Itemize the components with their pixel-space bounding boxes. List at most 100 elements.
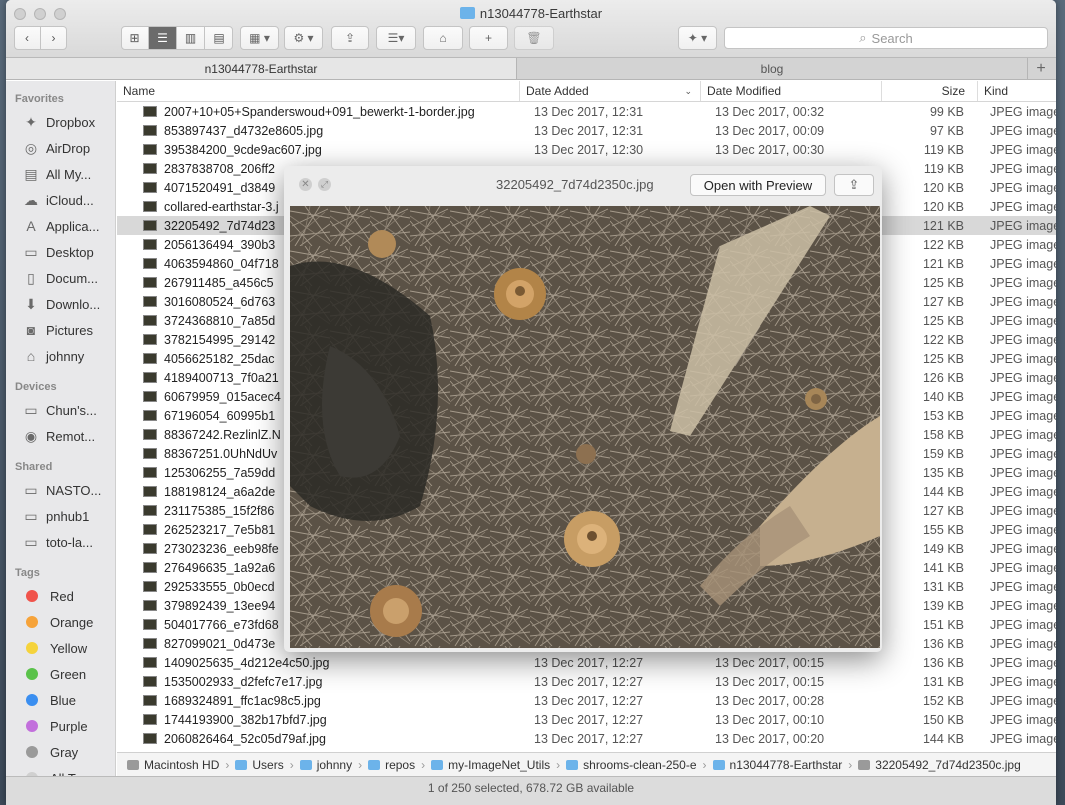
sidebar-tag-6[interactable]: Gray: [6, 739, 115, 765]
sidebar-item-toto-la[interactable]: ▭ toto-la...: [6, 529, 115, 555]
file-size-cell: 159 KB: [922, 446, 964, 461]
tab-blog[interactable]: blog: [517, 58, 1028, 79]
chevron-right-icon: ›: [702, 757, 707, 772]
back-forward-buttons: ‹ ›: [14, 26, 67, 50]
file-name: 4056625182_25dac: [164, 351, 275, 366]
sort-button[interactable]: ☰▾: [376, 26, 416, 50]
file-modified-cell: 13 Dec 2017, 00:15: [715, 674, 825, 689]
file-name: 262523217_7e5b81: [164, 522, 276, 537]
image-thumbnail-icon: [143, 638, 157, 649]
path-segment[interactable]: my-ImageNet_Utils: [431, 758, 550, 772]
image-thumbnail-icon: [143, 505, 157, 516]
trash-button[interactable]: 🗑: [514, 26, 554, 50]
sidebar-item-pictures[interactable]: ◙ Pictures: [6, 317, 115, 343]
file-row[interactable]: 1744193900_382b17bfd7.jpg 13 Dec 2017, 12…: [117, 710, 1056, 729]
file-kind-cell: JPEG image: [990, 636, 1056, 651]
path-segment[interactable]: Macintosh HD: [127, 758, 219, 772]
sidebar-tag-5[interactable]: Purple: [6, 713, 115, 739]
quicklook-share-button[interactable]: ⇪: [834, 174, 874, 196]
sidebar-item-pnhub1[interactable]: ▭ pnhub1: [6, 503, 115, 529]
sidebar-item-all-my-files[interactable]: ▤ All My...: [6, 161, 115, 187]
column-header-kind[interactable]: Kind: [978, 81, 1056, 101]
edit-tags-button[interactable]: ⌂: [423, 26, 463, 50]
sidebar-tag-2[interactable]: Yellow: [6, 635, 115, 661]
back-button[interactable]: ‹: [15, 27, 41, 49]
file-name: 2837838708_206ff2: [164, 161, 275, 176]
file-size-cell: 152 KB: [922, 693, 964, 708]
sidebar-tag-3[interactable]: Green: [6, 661, 115, 687]
file-size-cell: 127 KB: [922, 503, 964, 518]
file-modified-cell: 13 Dec 2017, 00:10: [715, 712, 825, 727]
sidebar-item-airdrop[interactable]: ◎ AirDrop: [6, 135, 115, 161]
file-kind-cell: JPEG image: [990, 370, 1056, 385]
file-size-cell: 144 KB: [922, 731, 964, 746]
sidebar-item-remote-disc[interactable]: ◉ Remot...: [6, 423, 115, 449]
path-segment[interactable]: n13044778-Earthstar: [712, 758, 842, 772]
sort-icon: ☰▾: [387, 31, 405, 45]
sidebar-item-nasto[interactable]: ▭ NASTO...: [6, 477, 115, 503]
dropbox-button[interactable]: ✦ ▾: [678, 26, 717, 50]
column-view-button[interactable]: ▥: [177, 27, 205, 49]
file-name: 1535002933_d2fefc7e17.jpg: [164, 674, 323, 689]
open-with-preview-button[interactable]: Open with Preview: [690, 174, 826, 196]
sidebar-item-downloads[interactable]: ⬇ Downlo...: [6, 291, 115, 317]
new-tab-button[interactable]: +: [1028, 58, 1054, 79]
monitor-icon: ▭: [24, 533, 38, 550]
action-button[interactable]: ⚙ ▾: [284, 26, 323, 50]
new-folder-button[interactable]: +: [469, 26, 508, 50]
all-files-icon: ▤: [24, 165, 38, 182]
arrange-button[interactable]: ▦ ▾: [240, 26, 279, 50]
forward-button[interactable]: ›: [41, 27, 67, 49]
file-row[interactable]: 1535002933_d2fefc7e17.jpg 13 Dec 2017, 12…: [117, 672, 1056, 691]
coverflow-view-button[interactable]: ▤: [205, 27, 233, 49]
sidebar-item-computer[interactable]: ▭ Chun's...: [6, 397, 115, 423]
chevron-right-icon: ›: [421, 757, 426, 772]
path-segment[interactable]: repos: [368, 758, 415, 772]
list-view-button[interactable]: ☰: [149, 27, 177, 49]
column-header-date-added[interactable]: Date Added ⌄: [520, 81, 701, 101]
tag-label: Red: [50, 588, 74, 604]
file-row[interactable]: 2060826464_52c05d79af.jpg 13 Dec 2017, 12…: [117, 729, 1056, 748]
file-name: 4189400713_7f0a21: [164, 370, 279, 385]
tab-earthstar[interactable]: n13044778-Earthstar: [6, 58, 517, 79]
path-segment[interactable]: johnny: [299, 757, 353, 772]
file-row[interactable]: 853897437_d4732e8605.jpg 13 Dec 2017, 12:…: [117, 121, 1056, 140]
close-icon[interactable]: ✕: [299, 178, 312, 191]
sidebar-item-documents[interactable]: ▯ Docum...: [6, 265, 115, 291]
sidebar-tag-4[interactable]: Blue: [6, 687, 115, 713]
tag-label: Gray: [50, 744, 79, 760]
column-header-size[interactable]: Size: [882, 81, 978, 101]
file-added-cell: 13 Dec 2017, 12:27: [534, 655, 644, 670]
file-row[interactable]: 1689324891_ffc1ac98c5.jpg 13 Dec 2017, 12…: [117, 691, 1056, 710]
sidebar-item-desktop[interactable]: ▭ Desktop: [6, 239, 115, 265]
column-header-name[interactable]: Name: [117, 81, 520, 101]
file-name: 1744193900_382b17bfd7.jpg: [164, 712, 327, 727]
share-button[interactable]: ⇪: [331, 26, 369, 50]
home-icon: ⌂: [26, 348, 36, 364]
path-segment[interactable]: 32205492_7d74d2350c.jpg: [858, 758, 1021, 772]
file-size-cell: 120 KB: [922, 180, 964, 195]
search-input[interactable]: ⌕ Search: [724, 27, 1048, 49]
file-added-cell: 13 Dec 2017, 12:31: [534, 123, 644, 138]
sidebar-item-johnny[interactable]: ⌂ johnny: [6, 343, 115, 369]
sidebar-tag-0[interactable]: Red: [6, 583, 115, 609]
icon-view-button[interactable]: ⊞: [121, 27, 149, 49]
disk-icon: [127, 759, 139, 770]
sidebar-tag-1[interactable]: Orange: [6, 609, 115, 635]
image-thumbnail-icon: [143, 676, 157, 687]
column-header-date-modified[interactable]: Date Modified: [701, 81, 882, 101]
file-row[interactable]: 2007+10+05+Spanderswoud+091_bewerkt-1-bo…: [117, 102, 1056, 121]
file-size-cell: 136 KB: [922, 655, 964, 670]
sidebar-item-dropbox[interactable]: ✦ Dropbox: [6, 109, 115, 135]
file-row[interactable]: 395384200_9cde9ac607.jpg 13 Dec 2017, 12:…: [117, 140, 1056, 159]
path-segment[interactable]: Users: [235, 758, 284, 772]
fullscreen-icon[interactable]: ⤢: [318, 178, 331, 191]
file-kind-cell: JPEG image: [990, 294, 1056, 309]
tag-label: Yellow: [50, 640, 88, 656]
path-segment[interactable]: shrooms-clean-250-e: [566, 758, 697, 772]
path-segment-label: johnny: [316, 757, 353, 772]
file-kind-cell: JPEG image: [990, 199, 1056, 214]
sidebar-item-icloud[interactable]: ☁ iCloud...: [6, 187, 115, 213]
file-row[interactable]: 1409025635_4d212e4c50.jpg 13 Dec 2017, 12…: [117, 653, 1056, 672]
sidebar-item-applications[interactable]: A Applica...: [6, 213, 115, 239]
